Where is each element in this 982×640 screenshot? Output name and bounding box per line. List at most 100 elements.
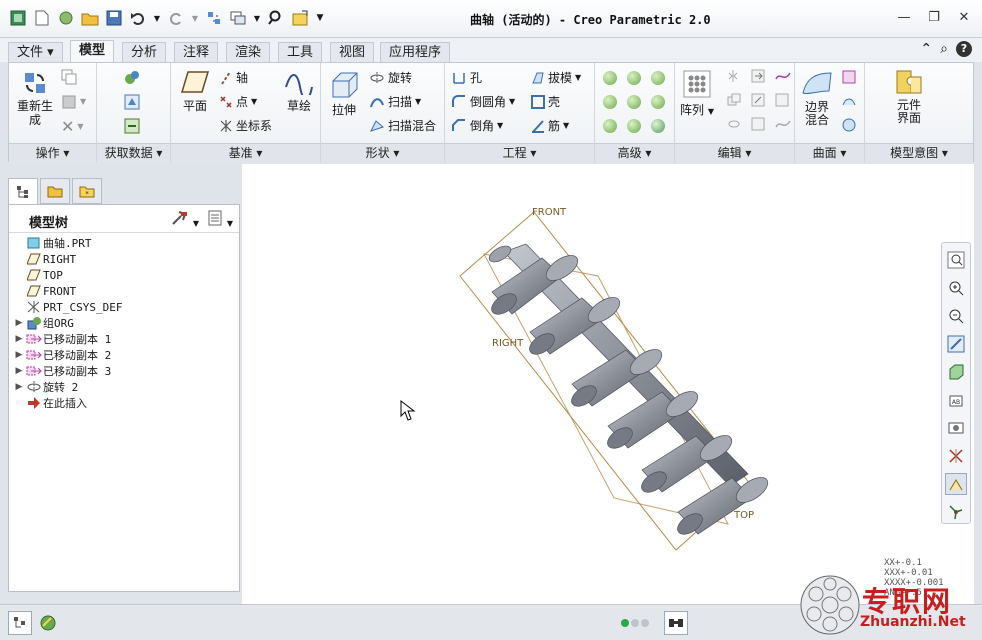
advanced-tool-icon[interactable] (627, 71, 641, 85)
find-icon[interactable] (664, 611, 688, 635)
freestyle-icon[interactable] (841, 93, 857, 109)
group-label-datum[interactable]: 基准 ▾ (171, 143, 320, 163)
style-icon[interactable] (841, 69, 857, 85)
extend-icon[interactable] (751, 69, 765, 83)
merge-icon[interactable] (727, 93, 741, 107)
favorites-tab[interactable]: * (72, 178, 102, 204)
user-defined-feature-icon[interactable] (123, 69, 141, 87)
shell-button[interactable]: 壳 (531, 93, 560, 110)
expand-arrow-icon[interactable]: ▶ (13, 334, 25, 344)
extrude-button[interactable]: 拉伸 (327, 69, 361, 118)
crankshaft-body[interactable] (487, 243, 772, 539)
redo-icon[interactable] (166, 8, 186, 28)
tree-item[interactable]: ▶ 已移动副本 1 (13, 331, 237, 347)
chevron-down-icon[interactable]: ▼ (252, 8, 262, 28)
group-label-shapes[interactable]: 形状 ▾ (321, 143, 444, 163)
annotation-display-icon[interactable] (945, 473, 967, 495)
expand-arrow-icon[interactable]: ▶ (13, 318, 25, 328)
tree-item[interactable]: ▶ 旋转 2 (13, 379, 237, 395)
close-window-icon[interactable] (290, 8, 310, 28)
sketch-button[interactable]: 草绘 (283, 69, 315, 114)
group-label-engineering[interactable]: 工程 ▾ (445, 143, 594, 163)
graphics-viewport[interactable]: FRONT RIGHT TOP (242, 164, 974, 604)
close-icon[interactable]: ✕ (954, 8, 974, 26)
saved-orientations-icon[interactable]: AB (945, 389, 967, 411)
advanced-tool-icon[interactable] (603, 95, 617, 109)
settings-icon[interactable]: ▼ (171, 210, 199, 229)
expand-arrow-icon[interactable]: ▶ (13, 382, 25, 392)
hole-button[interactable]: 孔 (451, 69, 482, 86)
folder-browser-tab[interactable] (40, 178, 70, 204)
tab-render[interactable]: 渲染 (226, 42, 271, 62)
advanced-tool-icon[interactable] (651, 71, 665, 85)
tree-item[interactable]: 在此插入 (13, 395, 237, 411)
group-label-operations[interactable]: 操作 ▾ (9, 143, 96, 163)
tree-item[interactable]: FRONT (13, 283, 237, 299)
advanced-tool-icon[interactable] (627, 119, 641, 133)
tab-tools[interactable]: 工具 (278, 42, 323, 62)
model-tree-tab[interactable] (8, 178, 38, 204)
tree-item[interactable]: ▶ 已移动副本 2 (13, 347, 237, 363)
datum-point-button[interactable]: 点 ▼ (219, 93, 257, 110)
expand-arrow-icon[interactable]: ▶ (13, 366, 25, 376)
intersect-icon[interactable] (727, 117, 741, 131)
zoom-out-icon[interactable] (945, 305, 967, 327)
project-icon[interactable] (751, 93, 765, 107)
merge-inheritance-icon[interactable] (123, 117, 141, 135)
tab-model[interactable]: 模型 (70, 40, 115, 62)
tab-analysis[interactable]: 分析 (122, 42, 167, 62)
expand-arrow-icon[interactable]: ▶ (13, 350, 25, 360)
display-style-icon[interactable] (945, 361, 967, 383)
tree-item[interactable]: ▶ 已移动副本 3 (13, 363, 237, 379)
advanced-tool-icon[interactable] (603, 119, 617, 133)
revolve-button[interactable]: 旋转 (369, 69, 412, 86)
solidify-icon[interactable] (775, 117, 791, 131)
chevron-down-icon[interactable]: ▼ (190, 8, 200, 28)
toroidal-bend-icon[interactable] (651, 119, 665, 133)
datum-plane-button[interactable]: 平面 (179, 69, 211, 114)
pattern-button[interactable]: 阵列 ▼ (679, 69, 715, 118)
folder-icon[interactable] (80, 8, 100, 28)
delete-icon[interactable]: ✕ ▼ (61, 117, 84, 136)
tree-item[interactable]: TOP (13, 267, 237, 283)
help-icon[interactable]: ? (956, 41, 972, 57)
tab-file[interactable]: 文件 ▾ (8, 42, 63, 62)
customize-toolbar-icon[interactable]: ▼ (314, 8, 326, 28)
tab-view[interactable]: 视图 (330, 42, 375, 62)
group-label-get-data[interactable]: 获取数据 ▾ (97, 143, 170, 163)
new-icon[interactable] (32, 8, 52, 28)
tree-item[interactable]: 曲轴.PRT (13, 235, 237, 251)
datum-axis-button[interactable]: 轴 (219, 69, 248, 86)
spin-center-icon[interactable] (945, 501, 967, 523)
group-label-editing[interactable]: 编辑 ▾ (675, 143, 794, 163)
save-icon[interactable] (104, 8, 124, 28)
group-label-surfaces[interactable]: 曲面 ▾ (795, 143, 864, 163)
collapse-ribbon-icon[interactable]: ⌃ (920, 41, 932, 57)
tree-item[interactable]: PRT_CSYS_DEF (13, 299, 237, 315)
search-icon[interactable]: ⌕ (940, 41, 948, 57)
view-manager-icon[interactable] (945, 417, 967, 439)
repaint-icon[interactable] (945, 333, 967, 355)
group-label-advanced[interactable]: 高级 ▾ (595, 143, 674, 163)
copy-geometry-icon[interactable] (123, 93, 141, 111)
undo-icon[interactable] (128, 8, 148, 28)
tree-item[interactable]: RIGHT (13, 251, 237, 267)
offset-icon[interactable] (775, 69, 791, 83)
copy-icon[interactable] (61, 69, 77, 85)
navigator-toggle-icon[interactable] (8, 611, 32, 635)
component-interface-button[interactable]: 元件界面 (889, 67, 929, 125)
fill-icon[interactable] (841, 117, 857, 133)
restore-icon[interactable]: ❐ (924, 8, 944, 26)
show-icon[interactable]: ▼ (207, 210, 233, 229)
tree-item[interactable]: ▶ 组ORG (13, 315, 237, 331)
search-icon[interactable] (266, 8, 286, 28)
refit-icon[interactable] (945, 249, 967, 271)
regenerate-button[interactable]: 重新生成 (15, 69, 55, 127)
regenerate-icon[interactable] (204, 8, 224, 28)
trim-icon[interactable] (775, 93, 789, 107)
advanced-tool-icon[interactable] (603, 71, 617, 85)
draft-button[interactable]: 拔模 ▼ (531, 69, 581, 86)
swept-blend-button[interactable]: 扫描混合 (369, 117, 436, 134)
tab-annotate[interactable]: 注释 (174, 42, 219, 62)
open-icon[interactable] (56, 8, 76, 28)
